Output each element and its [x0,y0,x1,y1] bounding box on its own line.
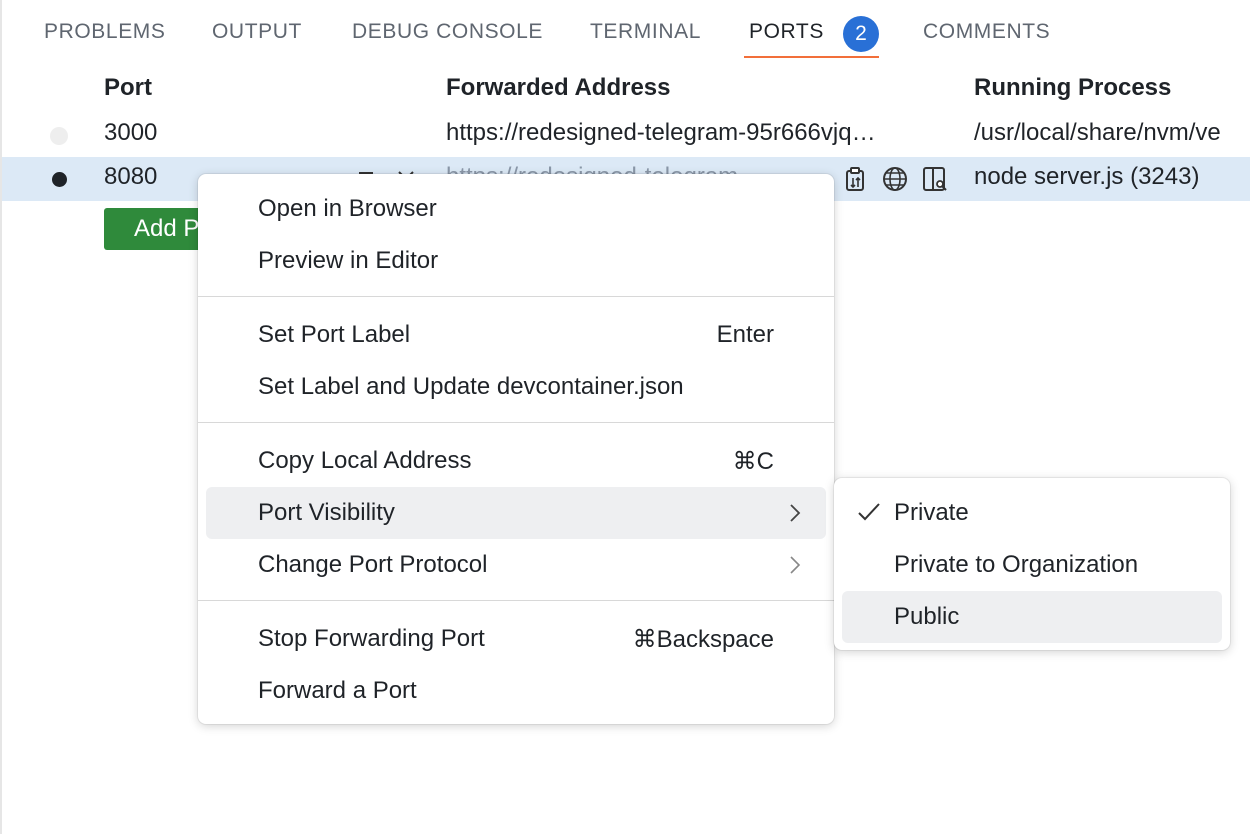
column-header-port[interactable]: Port [104,74,152,102]
tab-output[interactable]: OUTPUT [212,20,302,46]
menu-item-label: Port Visibility [258,499,395,526]
menu-separator [198,296,834,297]
menu-separator [198,600,834,601]
menu-item-set-label-update-devcontainer[interactable]: Set Label and Update devcontainer.json [206,362,826,412]
submenu-item-label: Public [894,603,960,630]
submenu-item-label: Private to Organization [894,551,1139,578]
submenu-item-private-to-organization[interactable]: Private to Organization [842,539,1222,591]
menu-item-shortcut: ⌘C [732,448,774,475]
ports-count-badge: 2 [843,16,879,52]
forwarded-address[interactable]: https://redesigned-telegram-95r666vjq… [446,119,948,147]
port-number: 3000 [104,119,158,146]
menu-item-copy-local-address[interactable]: Copy Local Address ⌘C [206,436,826,486]
menu-item-stop-forwarding-port[interactable]: Stop Forwarding Port ⌘Backspace [206,614,826,664]
chevron-right-icon [790,504,801,522]
menu-item-port-visibility[interactable]: Port Visibility [206,487,826,539]
menu-item-set-port-label[interactable]: Set Port Label Enter [206,310,826,360]
submenu-item-label: Private [894,499,969,526]
column-header-forwarded-address[interactable]: Forwarded Address [446,74,671,102]
port-number: 8080 [104,163,158,190]
menu-item-shortcut: ⌘Backspace [632,626,774,653]
chevron-right-icon [790,556,801,574]
menu-item-label: Forward a Port [258,677,417,704]
port-status-active-icon [52,172,67,187]
running-process: /usr/local/share/nvm/ve [974,119,1221,146]
context-menu: Open in Browser Preview in Editor Set Po… [198,174,834,724]
column-header-running-process[interactable]: Running Process [974,74,1171,102]
menu-item-label: Open in Browser [258,195,437,222]
port-status-idle-icon [50,127,68,145]
globe-icon[interactable] [881,165,909,193]
tab-problems[interactable]: PROBLEMS [44,20,166,46]
submenu-item-private[interactable]: Private [842,487,1222,539]
checkmark-icon [858,503,880,521]
submenu-item-public[interactable]: Public [842,591,1222,643]
port-visibility-submenu: Private Private to Organization Public [834,478,1230,650]
tab-debug-console[interactable]: DEBUG CONSOLE [352,20,543,46]
menu-item-label: Set Port Label [258,321,411,348]
menu-item-forward-a-port[interactable]: Forward a Port [206,666,826,716]
menu-item-preview-in-editor[interactable]: Preview in Editor [206,236,826,286]
tab-terminal[interactable]: TERMINAL [590,20,701,46]
tab-ports[interactable]: PORTS [749,20,824,46]
table-row[interactable]: 3000 https://redesigned-telegram-95r666v… [2,113,1250,157]
menu-item-label: Set Label and Update devcontainer.json [258,373,684,400]
active-tab-indicator [744,56,879,58]
preview-icon[interactable] [921,165,949,193]
menu-item-label: Copy Local Address [258,447,472,474]
menu-item-shortcut: Enter [716,321,774,348]
menu-separator [198,422,834,423]
tab-comments[interactable]: COMMENTS [923,20,1050,46]
menu-item-open-in-browser[interactable]: Open in Browser [206,184,826,234]
panel-tab-bar: PROBLEMS OUTPUT DEBUG CONSOLE TERMINAL P… [2,0,1250,64]
menu-item-change-port-protocol[interactable]: Change Port Protocol [206,540,826,590]
menu-item-label: Change Port Protocol [258,551,488,578]
menu-item-label: Stop Forwarding Port [258,625,485,652]
copy-address-icon[interactable] [842,165,870,193]
running-process: node server.js (3243) [974,163,1200,190]
menu-item-label: Preview in Editor [258,247,439,274]
